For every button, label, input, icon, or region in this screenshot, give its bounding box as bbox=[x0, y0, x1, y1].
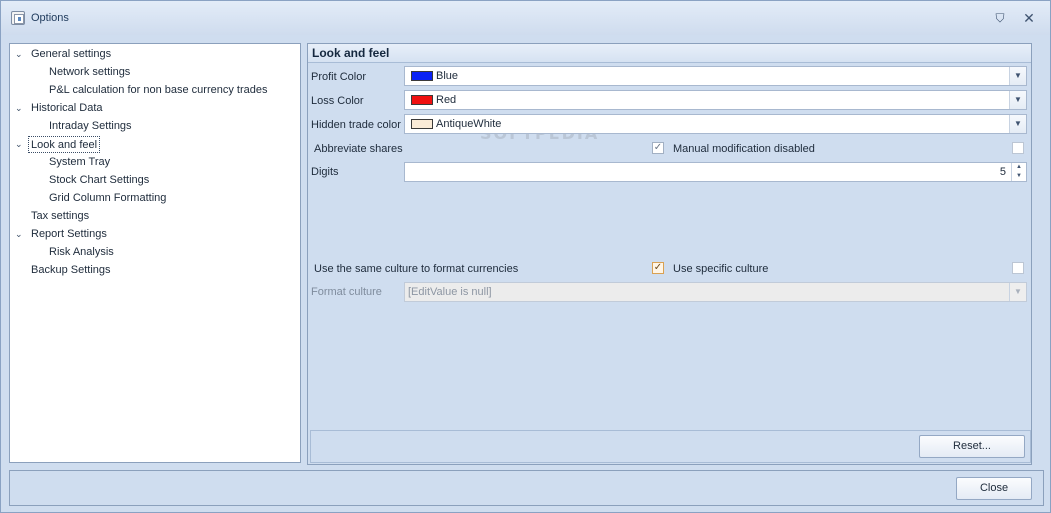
profit-color-label: Profit Color bbox=[311, 71, 367, 83]
abbreviate-shares-label: Abbreviate shares bbox=[314, 143, 403, 155]
specific-culture-label: Use specific culture bbox=[673, 263, 769, 275]
pin-icon[interactable]: ⛉ bbox=[991, 9, 1009, 27]
expand-chevron-icon[interactable]: ⌄ bbox=[15, 226, 25, 243]
profit-color-swatch bbox=[411, 71, 433, 81]
spin-buttons: ▲ ▼ bbox=[1011, 163, 1026, 181]
options-window: Options ⛉ ✕ ⌄ General settings Network set… bbox=[0, 0, 1051, 513]
hidden-trade-color-combo[interactable]: AntiqueWhite ▼ bbox=[404, 114, 1027, 134]
spin-up-icon[interactable]: ▲ bbox=[1012, 163, 1026, 172]
digits-value: 5 bbox=[999, 166, 1006, 178]
tree-item[interactable]: Tax settings bbox=[31, 208, 89, 225]
profit-color-value: Blue bbox=[436, 70, 459, 82]
close-button[interactable]: Close bbox=[956, 477, 1032, 500]
loss-color-label: Loss Color bbox=[311, 95, 364, 107]
panel-title: Look and feel bbox=[308, 44, 1031, 63]
dropdown-arrow-icon[interactable]: ▼ bbox=[1009, 67, 1026, 85]
tree-item[interactable]: Network settings bbox=[49, 64, 130, 81]
tree-item[interactable]: Stock Chart Settings bbox=[49, 172, 149, 189]
tree-item[interactable]: General settings bbox=[31, 46, 111, 63]
expand-chevron-icon[interactable]: ⌄ bbox=[15, 136, 25, 153]
hidden-trade-color-label: Hidden trade color bbox=[311, 119, 401, 131]
tree-item[interactable]: Report Settings bbox=[31, 226, 107, 243]
hidden-trade-color-value: AntiqueWhite bbox=[436, 118, 502, 130]
tree-item[interactable]: Backup Settings bbox=[31, 262, 111, 279]
settings-tree[interactable]: ⌄ General settings Network settings P&L cal… bbox=[9, 43, 301, 463]
abbreviate-shares-checkbox[interactable]: ✓ bbox=[652, 142, 664, 154]
window-title: Options bbox=[31, 12, 69, 24]
expand-chevron-icon[interactable]: ⌄ bbox=[15, 100, 25, 117]
manual-modification-checkbox[interactable] bbox=[1012, 142, 1024, 154]
specific-culture-checkbox[interactable] bbox=[1012, 262, 1024, 274]
digits-label: Digits bbox=[311, 166, 339, 178]
tree-item[interactable]: Historical Data bbox=[31, 100, 103, 117]
dropdown-arrow-icon[interactable]: ▼ bbox=[1009, 91, 1026, 109]
dropdown-arrow-icon[interactable]: ▼ bbox=[1009, 115, 1026, 133]
close-window-icon[interactable]: ✕ bbox=[1020, 9, 1038, 27]
reset-button[interactable]: Reset... bbox=[919, 435, 1025, 458]
loss-color-swatch bbox=[411, 95, 433, 105]
tree-item[interactable]: P&L calculation for non base currency tr… bbox=[49, 82, 268, 99]
same-culture-checkbox[interactable]: ✓ bbox=[652, 262, 664, 274]
tree-item[interactable]: System Tray bbox=[49, 154, 110, 171]
manual-modification-label: Manual modification disabled bbox=[673, 143, 815, 155]
same-culture-label: Use the same culture to format currencie… bbox=[314, 263, 519, 275]
tree-item[interactable]: Intraday Settings bbox=[49, 118, 132, 135]
hidden-trade-color-swatch bbox=[411, 119, 433, 129]
title-bar: Options ⛉ ✕ bbox=[1, 1, 1050, 35]
profit-color-combo[interactable]: Blue ▼ bbox=[404, 66, 1027, 86]
format-culture-value: [EditValue is null] bbox=[408, 286, 492, 298]
tree-item[interactable]: Grid Column Formatting bbox=[49, 190, 166, 207]
loss-color-value: Red bbox=[436, 94, 457, 106]
dialog-footer bbox=[9, 470, 1044, 506]
format-culture-combo[interactable]: [EditValue is null] ▼ bbox=[404, 282, 1027, 302]
digits-spinner[interactable]: 5 ▲ ▼ bbox=[404, 162, 1027, 182]
app-icon bbox=[11, 11, 25, 25]
expand-chevron-icon[interactable]: ⌄ bbox=[15, 46, 25, 63]
format-culture-label: Format culture bbox=[311, 286, 382, 298]
tree-item[interactable]: Look and feel bbox=[28, 136, 101, 153]
dropdown-arrow-icon[interactable]: ▼ bbox=[1009, 283, 1026, 301]
spin-down-icon[interactable]: ▼ bbox=[1012, 172, 1026, 181]
loss-color-combo[interactable]: Red ▼ bbox=[404, 90, 1027, 110]
tree-item[interactable]: Risk Analysis bbox=[49, 244, 114, 261]
